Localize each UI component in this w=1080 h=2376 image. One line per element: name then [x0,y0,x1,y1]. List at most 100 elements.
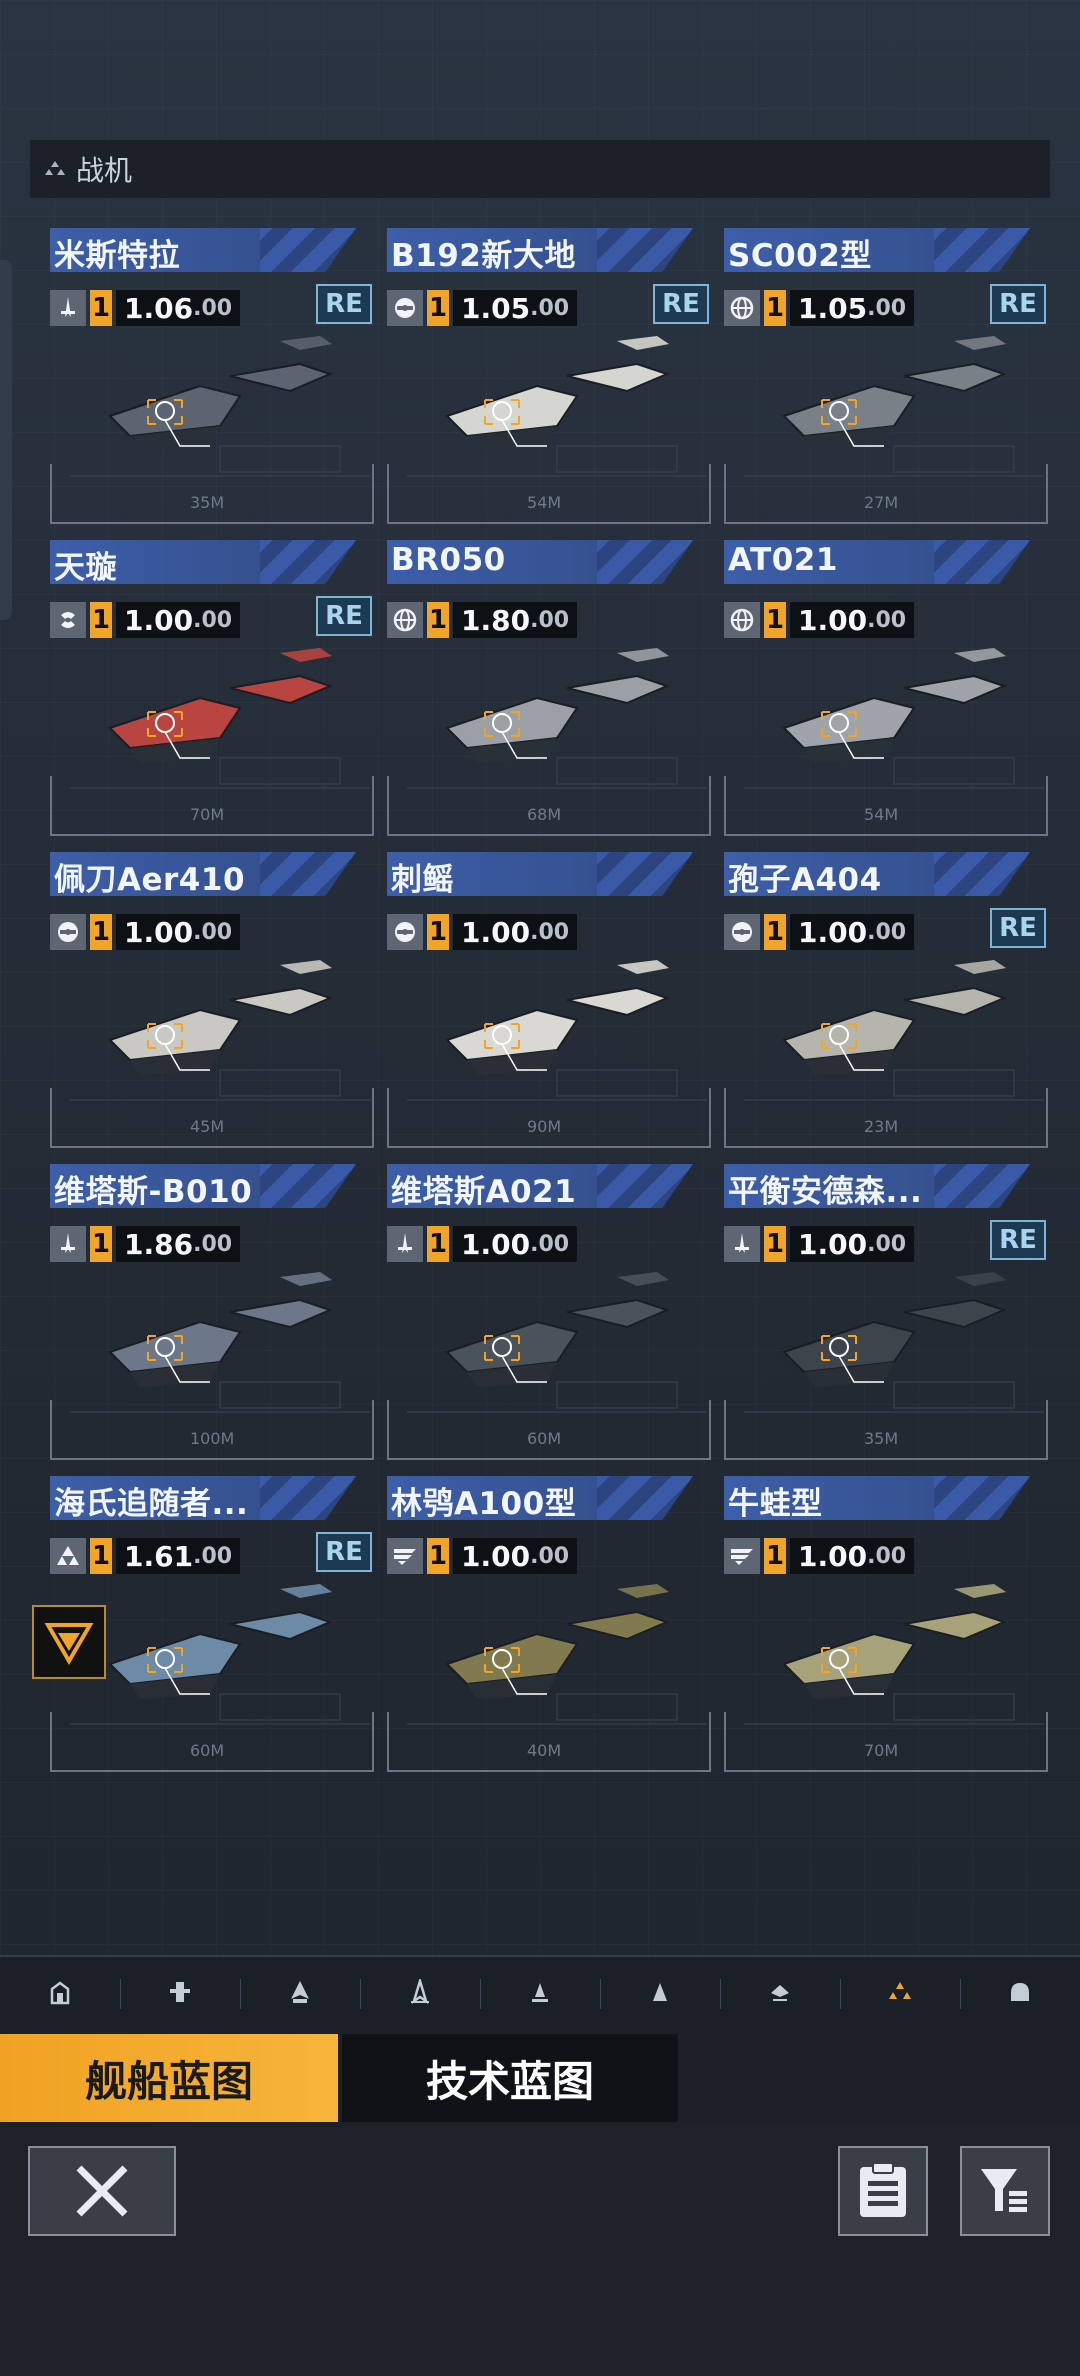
ship-card[interactable]: 林鸮A100型 1 1.00.00 40M [387,1476,711,1772]
category-destroyer[interactable] [240,1957,360,2031]
category-dome[interactable] [960,1957,1080,2031]
list-button[interactable] [838,2146,928,2236]
ship-level: 1 [427,914,449,950]
close-button[interactable] [28,2146,176,2236]
ship-level: 1 [90,290,112,326]
ship-name: SC002型 [728,238,872,274]
ship-name: 林鸮A100型 [391,1486,577,1522]
ship-artwork [70,960,370,1101]
filter-button[interactable] [960,2146,1050,2236]
category-fighter-class[interactable] [600,1957,720,2031]
card-frame [709,776,711,836]
card-frame [372,464,374,524]
ship-size-label: 60M [190,1741,225,1760]
faction-icon [724,914,760,950]
swirl-icon [50,602,86,638]
ship-level: 1 [764,1538,786,1574]
card-frame [1046,1712,1048,1772]
ship-artwork [70,1272,370,1413]
category-frigate[interactable] [360,1957,480,2031]
section-header: 战机 [30,140,1050,198]
ship-value-decimals: .00 [867,607,907,633]
card-frame [387,464,389,524]
card-frame [724,828,1048,836]
dome-icon [1007,1979,1033,2009]
destroyer-icon [287,1979,313,2009]
ship-card[interactable]: B192新大地 1 1.05.00 RE 54M [387,228,711,524]
ship-value-main: 1.80 [461,603,531,637]
re-badge: RE [990,284,1046,324]
ship-card[interactable]: AT021 1 1.00.00 54M [724,540,1048,836]
ship-size-label: 40M [527,1741,562,1760]
globe-icon [724,290,760,326]
warning-triangle-icon [44,1623,94,1665]
faction-icon [387,290,423,326]
ship-level: 1 [764,602,786,638]
ship-card[interactable]: 天璇 1 1.00.00 RE 70M [50,540,374,836]
ship-artwork [407,336,707,477]
ship-level: 1 [764,914,786,950]
ship-name: 平衡安德森... [728,1174,923,1210]
card-frame [50,828,374,836]
ship-card[interactable]: 维塔斯-B010 1 1.86.00 100M [50,1164,374,1460]
ship-name: 维塔斯-B010 [54,1174,253,1210]
ship-artwork [407,1584,707,1725]
ship-card[interactable]: 平衡安德森... 1 1.00.00 RE 35M [724,1164,1048,1460]
ship-level: 1 [90,602,112,638]
category-drone[interactable] [720,1957,840,2031]
ship-stat: 1 1.61.00 [50,1536,241,1576]
ship-artwork [744,1272,1044,1413]
ship-artwork [744,336,1044,477]
ship-value-decimals: .00 [193,1543,233,1569]
card-frame [50,1764,374,1772]
ship-value-main: 1.61 [124,1539,194,1573]
ship-stat: 1 1.00.00 [50,912,241,952]
ship-card[interactable]: 米斯特拉 1 1.06.00 RE 35M [50,228,374,524]
ship-value-main: 1.00 [798,915,868,949]
card-frame [387,1712,389,1772]
ship-size-label: 35M [864,1429,899,1448]
ship-name: BR050 [391,542,506,578]
squadron-icon [887,1979,913,2009]
category-corvette[interactable] [480,1957,600,2031]
ship-value-main: 1.06 [124,291,194,325]
squadron-icon [45,161,65,175]
tab-tech-blueprint[interactable]: 技术蓝图 [342,2034,678,2122]
faction-icon [50,914,86,950]
card-frame [372,1712,374,1772]
category-bar [0,1955,1080,2031]
card-frame [709,1712,711,1772]
ship-size-label: 70M [190,805,225,824]
ship-card[interactable]: 维塔斯A021 1 1.00.00 60M [387,1164,711,1460]
globe-icon [387,602,423,638]
ship-size-label: 90M [527,1117,562,1136]
ship-card[interactable]: BR050 1 1.80.00 68M [387,540,711,836]
re-badge: RE [653,284,709,324]
clipboard-icon [860,2162,906,2217]
ship-card[interactable]: SC002型 1 1.05.00 RE 27M [724,228,1048,524]
ship-card[interactable]: 牛蛙型 1 1.00.00 70M [724,1476,1048,1772]
category-carrier[interactable] [120,1957,240,2031]
station-icon [47,1979,73,2009]
ship-value: 1.80.00 [453,602,578,638]
ship-value-decimals: .00 [530,1231,570,1257]
ship-value-decimals: .00 [193,295,233,321]
ship-level: 1 [427,1226,449,1262]
tab-ship-blueprint[interactable]: 舰船蓝图 [0,2034,338,2122]
re-badge: RE [990,908,1046,948]
ship-artwork [407,648,707,789]
ship-card[interactable]: 孢子A404 1 1.00.00 RE 23M [724,852,1048,1148]
card-frame [724,1712,726,1772]
fighter-icon [50,290,86,326]
card-frame [1046,464,1048,524]
ship-card[interactable]: 佩刀Aer410 1 1.00.00 45M [50,852,374,1148]
side-drawer-tab[interactable] [0,260,12,620]
selection-badge[interactable] [32,1605,106,1679]
category-squadron[interactable] [840,1957,960,2031]
ship-value-main: 1.00 [798,1539,868,1573]
ship-value-main: 1.05 [798,291,868,325]
category-station[interactable] [0,1957,120,2031]
ship-stat: 1 1.00.00 [724,912,915,952]
re-badge: RE [990,1220,1046,1260]
ship-card[interactable]: 刺鳐 1 1.00.00 90M [387,852,711,1148]
